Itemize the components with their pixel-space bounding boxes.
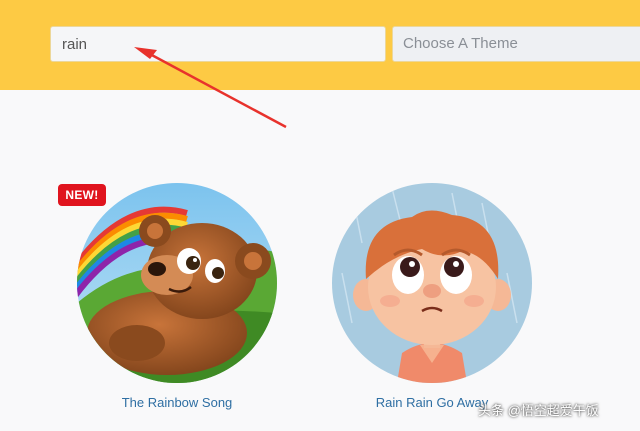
watermark: 头条 @悟空超爱午饭 — [478, 403, 599, 418]
search-input[interactable] — [50, 26, 386, 62]
rainbow-song-thumbnail[interactable] — [77, 183, 277, 383]
rain-rain-go-away-thumbnail[interactable] — [332, 183, 532, 383]
theme-select[interactable]: Choose A Theme — [392, 26, 640, 62]
rainbow-song-title-link[interactable]: The Rainbow Song — [57, 395, 297, 410]
boy-illustration — [332, 183, 532, 383]
new-badge: NEW! — [58, 184, 106, 206]
bear-illustration — [77, 183, 277, 383]
header-bar: Choose A Theme — [0, 0, 640, 90]
